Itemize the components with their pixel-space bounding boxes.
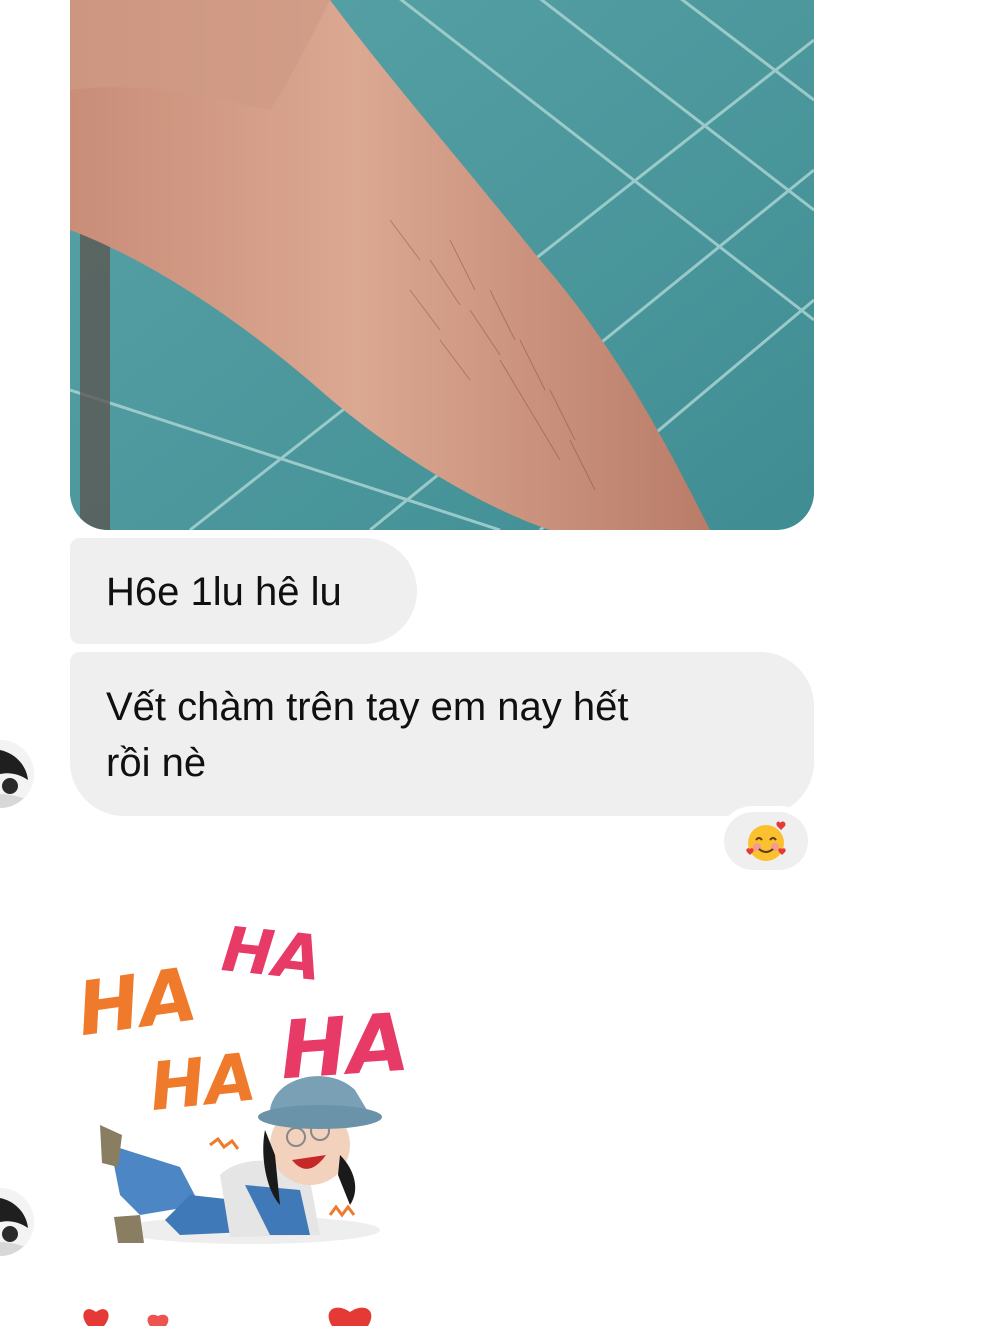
message-text: Vết chàm trên tay em nay hết rồi nè xyxy=(106,685,629,785)
photo-message[interactable] xyxy=(70,0,814,530)
avatar[interactable] xyxy=(0,1188,34,1256)
sticker-word: HA xyxy=(146,1038,260,1126)
chat-thread: H6e 1lu hê lu Vết chàm trên tay em nay h… xyxy=(0,0,994,1326)
sticker-image: HA HA HA HA xyxy=(72,912,412,1244)
heart-icon xyxy=(83,1307,372,1326)
avatar[interactable] xyxy=(0,740,34,808)
avatar-image xyxy=(0,740,34,808)
message-text: H6e 1lu hê lu xyxy=(106,570,342,614)
sticker-word: HA xyxy=(219,912,326,995)
message-bubble[interactable]: H6e 1lu hê lu xyxy=(70,538,417,644)
sticker-word: HA xyxy=(72,951,202,1053)
message-bubble[interactable]: Vết chàm trên tay em nay hết rồi nè xyxy=(70,652,814,816)
next-sticker-partial xyxy=(70,1300,400,1326)
avatar-image xyxy=(0,1188,34,1256)
message-reaction[interactable] xyxy=(718,806,814,876)
arm-photo xyxy=(70,0,814,530)
smiling-face-with-hearts-icon xyxy=(746,821,786,861)
laughing-sticker[interactable]: HA HA HA HA xyxy=(70,905,430,1265)
